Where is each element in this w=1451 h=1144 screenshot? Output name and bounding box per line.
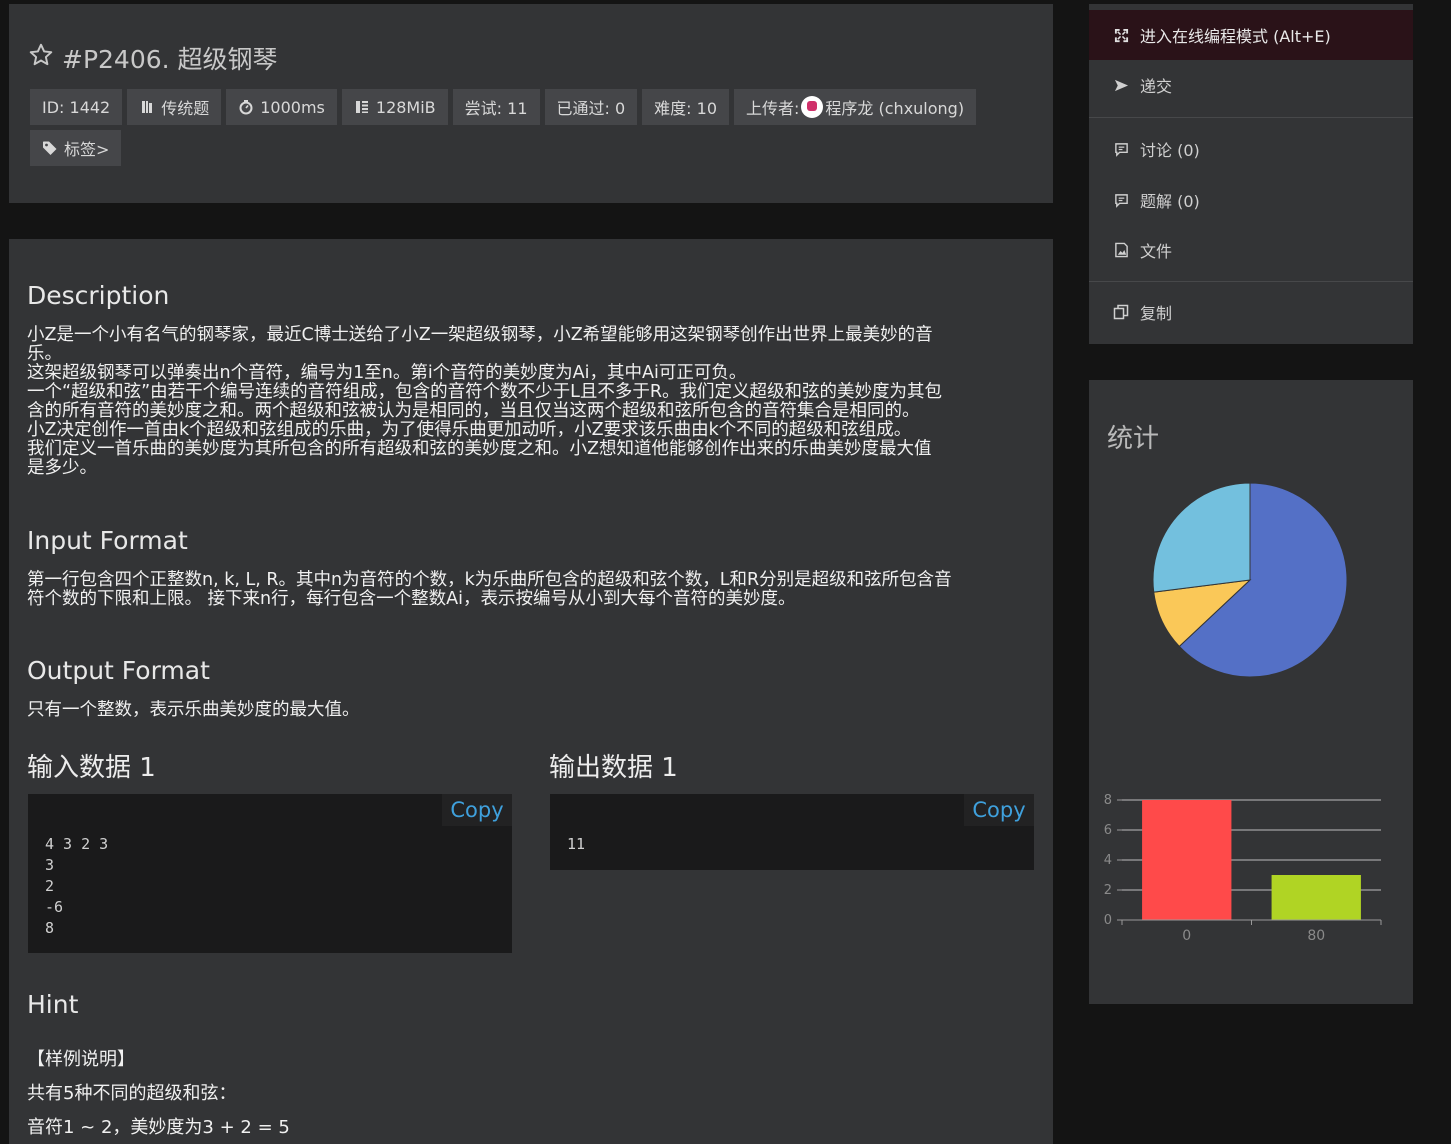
menu-solutions[interactable]: 题解 (0) <box>1089 175 1413 225</box>
stats-panel: 统计 0 2 4 6 8 0 80 <box>1089 380 1413 1004</box>
y-tick-label: 0 <box>1104 913 1112 928</box>
output-format-text: 只有一个整数，表示乐曲美妙度的最大值。 <box>27 700 360 720</box>
problem-content: Description 小Z是一个小有名气的钢琴家，最近C博士送给了小Z一架超级… <box>9 239 1053 1144</box>
description-heading: Description <box>27 281 170 310</box>
badge-tags[interactable]: 标签> <box>30 130 122 166</box>
badge-passed: 已通过: 0 <box>544 89 638 125</box>
bar-chart: 024680 80 <box>1104 793 1382 944</box>
y-tick-label: 6 <box>1104 823 1112 838</box>
hint-line: 音符1 ~ 2，美妙度为3 + 2 = 5 <box>27 1117 290 1138</box>
expand-icon <box>1111 28 1131 43</box>
star-icon[interactable] <box>28 42 54 74</box>
y-tick-label: 4 <box>1104 853 1112 868</box>
sample-output-heading: 输出数据 1 <box>549 753 678 783</box>
memory-icon <box>354 99 370 115</box>
x-tick-label: 0 <box>1182 928 1191 944</box>
tag-icon <box>42 140 58 156</box>
problem-badges: ID: 1442 传统题 1000ms 128MiB 尝试: 11 已通过: 0… <box>30 89 1030 166</box>
problem-title: #P2406. 超级钢琴 <box>28 40 278 76</box>
description-text: 小Z是一个小有名气的钢琴家，最近C博士送给了小Z一架超级钢琴，小Z希望能够用这架… <box>27 325 943 478</box>
problem-header: #P2406. 超级钢琴 ID: 1442 传统题 1000ms 128MiB … <box>9 4 1053 203</box>
bar[interactable] <box>1271 875 1361 920</box>
badge-id: ID: 1442 <box>30 89 123 125</box>
hint-line: 共有5种不同的超级和弦： <box>27 1083 237 1104</box>
uploader-link[interactable]: 程序龙 (chxulong) <box>825 95 964 119</box>
input-format-heading: Input Format <box>27 526 188 555</box>
comment-icon <box>1111 142 1131 157</box>
menu-submit[interactable]: 递交 <box>1089 60 1413 110</box>
copy-input-button[interactable]: Copy <box>442 794 512 826</box>
hint-line: 【样例说明】 <box>27 1049 135 1070</box>
problem-title-text: #P2406. 超级钢琴 <box>62 45 278 74</box>
badge-uploader[interactable]: 上传者: 程序龙 (chxulong) <box>734 89 977 125</box>
book-icon <box>139 99 155 115</box>
stopwatch-icon <box>238 99 254 115</box>
badge-time: 1000ms <box>226 89 337 125</box>
pie-chart <box>1152 482 1348 678</box>
stats-title: 统计 <box>1107 424 1160 454</box>
menu-online-mode[interactable]: 进入在线编程模式 (Alt+E) <box>1089 10 1413 60</box>
sample-input-code: 4 3 2 3 3 2 -6 8 <box>45 835 109 937</box>
y-tick-label: 8 <box>1104 793 1112 808</box>
avatar <box>801 96 824 118</box>
pie-slice[interactable] <box>1152 482 1251 593</box>
output-format-heading: Output Format <box>27 656 210 685</box>
badge-difficulty: 难度: 10 <box>642 89 730 125</box>
y-tick-label: 2 <box>1104 883 1112 898</box>
problem-menu: 进入在线编程模式 (Alt+E) 递交 讨论 (0) 题解 (0) 文件 复制 <box>1089 4 1413 344</box>
menu-files[interactable]: 文件 <box>1089 225 1413 275</box>
menu-discuss[interactable]: 讨论 (0) <box>1089 124 1413 174</box>
hint-heading: Hint <box>27 990 79 1019</box>
bar[interactable] <box>1142 800 1232 920</box>
comment-icon <box>1111 193 1131 208</box>
menu-divider <box>1089 281 1413 282</box>
copy-output-button[interactable]: Copy <box>964 794 1034 826</box>
file-image-icon <box>1111 242 1131 258</box>
x-tick-label: 80 <box>1307 928 1325 944</box>
sample-output-code: 11 <box>567 835 586 853</box>
badge-tries: 尝试: 11 <box>452 89 540 125</box>
sample-input-heading: 输入数据 1 <box>27 753 156 783</box>
input-format-text: 第一行包含四个正整数n, k, L, R。其中n为音符的个数，k为乐曲所包含的超… <box>27 570 952 609</box>
badge-memory: 128MiB <box>341 89 448 125</box>
menu-divider <box>1089 117 1413 118</box>
sample-input-box: Copy 4 3 2 3 3 2 -6 8 <box>28 794 512 953</box>
menu-copy[interactable]: 复制 <box>1089 287 1413 337</box>
send-icon <box>1111 78 1131 93</box>
badge-type[interactable]: 传统题 <box>127 89 222 125</box>
copy-icon <box>1111 304 1131 320</box>
sample-output-box: Copy 11 <box>550 794 1034 870</box>
